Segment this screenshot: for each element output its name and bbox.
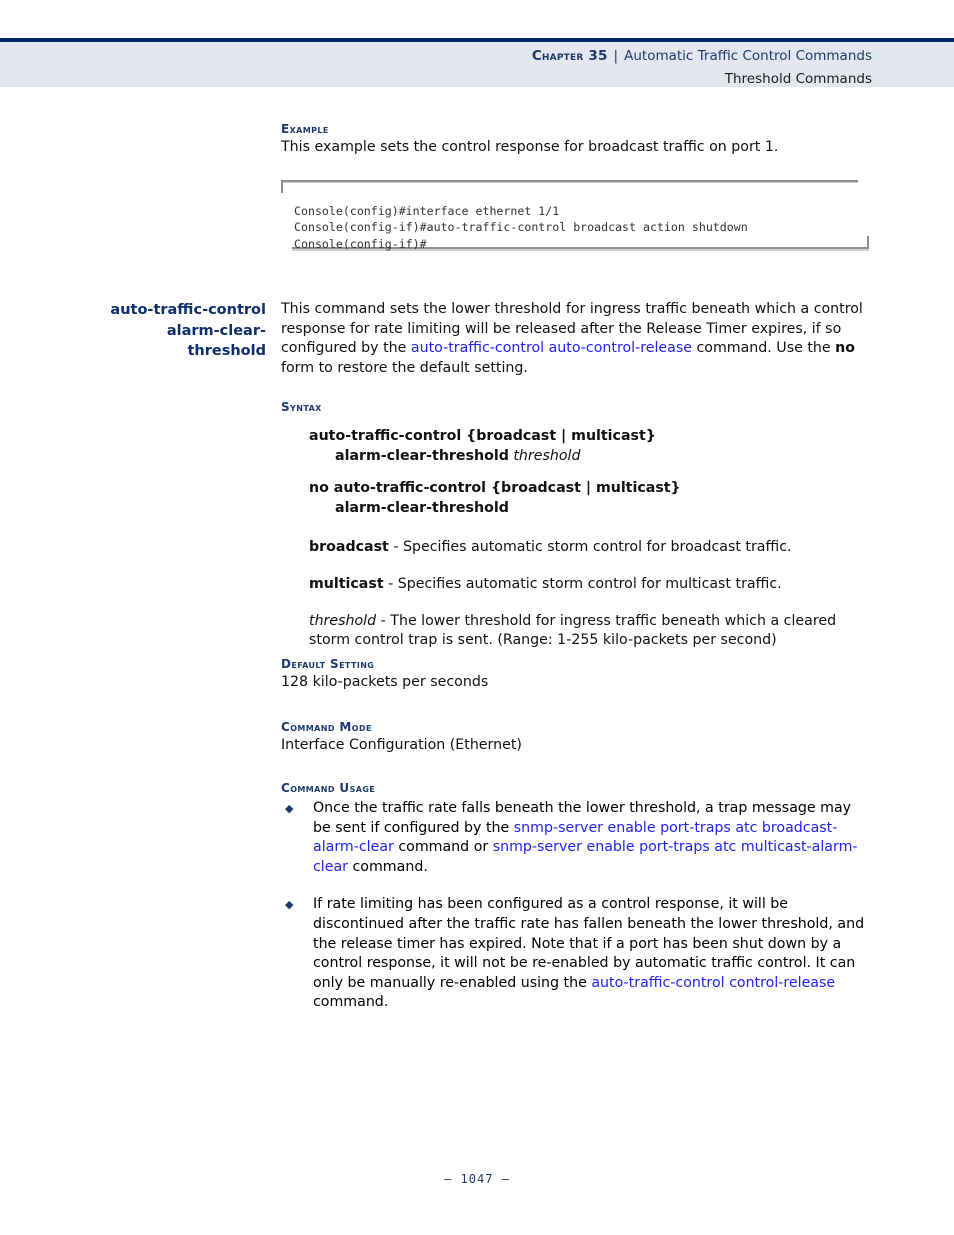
console-text: Console(config)#interface ethernet 1/1 C…: [294, 203, 748, 251]
command-mode-section: Command Mode Interface Configuration (Et…: [281, 720, 872, 756]
console-output-block: Console(config)#interface ethernet 1/1 C…: [281, 180, 869, 255]
page-header: Chapter 35 | Automatic Traffic Control Com…: [532, 44, 872, 90]
default-setting-section: Default Setting 128 kilo-packets per sec…: [281, 657, 872, 693]
command-intro-paragraph: This command sets the lower threshold fo…: [281, 300, 872, 378]
syntax-param-threshold: threshold: [508, 447, 581, 464]
syntax-braces-2: {broadcast | multicast}: [486, 480, 681, 497]
param-term-threshold: threshold: [309, 612, 377, 629]
param-broadcast: broadcast - Specifies automatic storm co…: [309, 538, 872, 558]
list-item: ◆ Once the traffic rate falls beneath th…: [281, 799, 872, 877]
link-auto-control-release[interactable]: auto-traffic-control auto-control-releas…: [411, 340, 692, 356]
syntax-form-1: auto-traffic-control {broadcast | multic…: [309, 427, 872, 466]
header-chapter-line: Chapter 35 | Automatic Traffic Control Com…: [532, 44, 872, 67]
param-desc-broadcast: - Specifies automatic storm control for …: [388, 539, 792, 556]
example-heading: Example: [281, 122, 329, 136]
param-threshold: threshold - The lower threshold for ingr…: [309, 612, 872, 651]
example-description: This example sets the control response f…: [281, 139, 779, 155]
default-setting-heading: Default Setting: [281, 657, 375, 671]
list-item: ◆ If rate limiting has been configured a…: [281, 895, 872, 1013]
header-subtitle-line: Threshold Commands: [532, 67, 872, 90]
syntax-line-2: alarm-clear-threshold threshold: [335, 447, 872, 467]
command-usage-heading: Command Usage: [281, 781, 376, 795]
chapter-label: Chapter 35: [531, 48, 608, 64]
command-margin-heading: auto-traffic-control alarm-clear- thresh…: [80, 300, 266, 362]
syntax-line-3: no auto-traffic-control {broadcast | mul…: [309, 479, 872, 499]
default-setting-value: 128 kilo-packets per seconds: [281, 674, 489, 690]
bullet-1-part2: command or: [393, 839, 493, 856]
header-subtitle: Threshold Commands: [724, 71, 872, 87]
command-mode-value: Interface Configuration (Ethernet): [281, 737, 522, 753]
syntax-keyword-2: alarm-clear-threshold: [335, 447, 509, 464]
syntax-form-2: no auto-traffic-control {broadcast | mul…: [309, 479, 872, 518]
syntax-keyword-4: alarm-clear-threshold: [335, 499, 509, 516]
code-border-right: [867, 236, 869, 249]
diamond-bullet-icon: ◆: [285, 898, 294, 912]
bullet-2-text: If rate limiting has been configured as …: [313, 896, 864, 1010]
code-border-top-highlight: [281, 182, 858, 183]
margin-heading-line-3: threshold: [187, 343, 266, 359]
command-intro: This command sets the lower threshold fo…: [281, 300, 872, 378]
syntax-section: Syntax auto-traffic-control {broadcast |…: [281, 400, 872, 651]
command-mode-heading: Command Mode: [281, 720, 372, 734]
param-desc-multicast: - Specifies automatic storm control for …: [383, 575, 782, 592]
bullet-1-text: Once the traffic rate falls beneath the …: [313, 800, 858, 875]
link-auto-traffic-control-control-release[interactable]: auto-traffic-control control-release: [591, 975, 835, 991]
intro-text-part3: form to restore the default setting.: [281, 359, 528, 376]
chapter-title: Automatic Traffic Control Commands: [624, 48, 872, 64]
param-term-broadcast: broadcast: [309, 539, 389, 556]
example-section: Example This example sets the control re…: [281, 122, 872, 158]
diamond-bullet-icon: ◆: [285, 802, 294, 815]
bullet-1-part3: command.: [348, 858, 428, 875]
intro-no-keyword: no: [835, 340, 855, 357]
syntax-braces-1: {broadcast | multicast}: [461, 428, 656, 444]
intro-text-part2: command. Use the: [691, 340, 836, 357]
param-term-multicast: multicast: [309, 575, 384, 592]
page-number: – 1047 –: [444, 1172, 510, 1186]
syntax-heading: Syntax: [281, 400, 322, 414]
command-usage-section: Command Usage ◆ Once the traffic rate fa…: [281, 781, 872, 1013]
margin-heading-line-1: auto-traffic-control: [110, 302, 266, 318]
param-desc-threshold: - The lower threshold for ingress traffi…: [309, 612, 837, 649]
header-separator: |: [613, 48, 619, 64]
margin-heading-line-2: alarm-clear-: [166, 322, 266, 339]
syntax-line-4: alarm-clear-threshold: [335, 499, 872, 519]
code-border-left: [281, 180, 283, 193]
syntax-command-1: auto-traffic-control: [309, 428, 462, 444]
bullet-2-part2: command.: [313, 994, 389, 1011]
syntax-line-1: auto-traffic-control {broadcast | multic…: [309, 427, 872, 447]
param-multicast: multicast - Specifies automatic storm co…: [309, 575, 872, 595]
syntax-command-2: no auto-traffic-control: [309, 480, 486, 497]
